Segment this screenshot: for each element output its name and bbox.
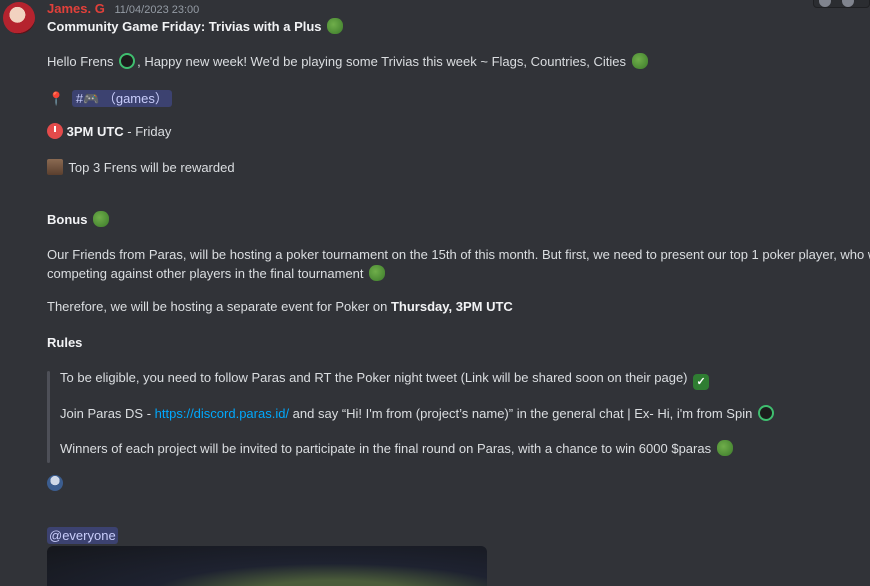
bonus-line-2: competing against other players in the f… — [47, 265, 387, 281]
rule-2: Join Paras DS - https://discord.paras.id… — [60, 405, 776, 421]
pepe-emoji-icon[interactable] — [716, 440, 733, 456]
rules-title: Rules — [47, 335, 83, 350]
bonus-title-text: Bonus — [47, 212, 88, 227]
everyone-line: @everyone — [47, 527, 118, 544]
greeting-text-b: , Happy new week! We'd be playing some T… — [137, 54, 626, 69]
channel-line: 📍 #🎮 （games） — [48, 88, 172, 107]
robot-line — [47, 475, 65, 491]
bonus-title: Bonus — [47, 211, 111, 227]
avatar[interactable] — [3, 2, 35, 34]
bonus-line-1: Our Friends from Paras, will be hosting … — [47, 247, 870, 262]
more-options-icon[interactable] — [842, 0, 854, 7]
time-rest: - Friday — [123, 124, 172, 139]
time-line: 3PM UTC - Friday — [47, 123, 171, 139]
separate-text-b: Thursday, 3PM UTC — [390, 299, 513, 314]
separate-text-a: Therefore, we will be hosting a separate… — [47, 299, 391, 314]
reward-line: Top 3 Frens will be rewarded — [47, 159, 235, 175]
check-icon[interactable]: ✓ — [693, 374, 710, 390]
time-bold: 3PM UTC — [66, 124, 124, 139]
pepe-emoji-icon[interactable] — [369, 265, 386, 281]
channel-mention[interactable]: #🎮 （games） — [71, 90, 172, 107]
message-title: Community Game Friday: Trivias with a Pl… — [47, 18, 345, 34]
pepe-emoji-icon[interactable] — [93, 211, 110, 227]
rule-1-text: To be eligible, you need to follow Paras… — [60, 370, 688, 385]
pepe-emoji-icon[interactable] — [327, 18, 344, 34]
pepe-emoji-icon[interactable] — [631, 53, 648, 69]
add-reaction-icon[interactable] — [819, 0, 831, 7]
robot-icon[interactable] — [47, 475, 63, 491]
rule-3-text: Winners of each project will be invited … — [60, 441, 712, 456]
message-hover-toolbar[interactable] — [813, 0, 870, 8]
rule-2-text-a: Join Paras DS - — [60, 406, 155, 421]
spin-logo-icon[interactable] — [757, 405, 774, 421]
paras-discord-link[interactable]: https://discord.paras.id/ — [155, 406, 289, 421]
reward-text: Top 3 Frens will be rewarded — [68, 160, 235, 175]
image-embed[interactable] — [47, 546, 487, 586]
pin-icon: 📍 — [48, 91, 65, 106]
title-text: Community Game Friday: Trivias with a Pl… — [47, 19, 322, 34]
bonus-line-2-text: competing against other players in the f… — [47, 266, 364, 281]
greeting-line: Hello Frens , Happy new week! We'd be pl… — [47, 53, 650, 69]
spin-logo-icon[interactable] — [119, 53, 136, 69]
separate-event-line: Therefore, we will be hosting a separate… — [47, 299, 513, 314]
rule-3: Winners of each project will be invited … — [60, 440, 735, 456]
author-name[interactable]: James. G — [47, 1, 105, 16]
trophy-icon — [47, 159, 63, 175]
blockquote-bar — [47, 371, 50, 463]
rule-1: To be eligible, you need to follow Paras… — [60, 370, 711, 390]
greeting-text-a: Hello Frens — [47, 54, 114, 69]
everyone-mention[interactable]: @everyone — [47, 527, 118, 544]
timestamp[interactable]: 11/04/2023 23:00 — [114, 4, 199, 16]
message-header: James. G 11/04/2023 23:00 — [47, 1, 199, 16]
rule-2-text-b: and say “Hi! I'm from (project’s name)” … — [289, 406, 753, 421]
clock-icon — [47, 123, 63, 139]
